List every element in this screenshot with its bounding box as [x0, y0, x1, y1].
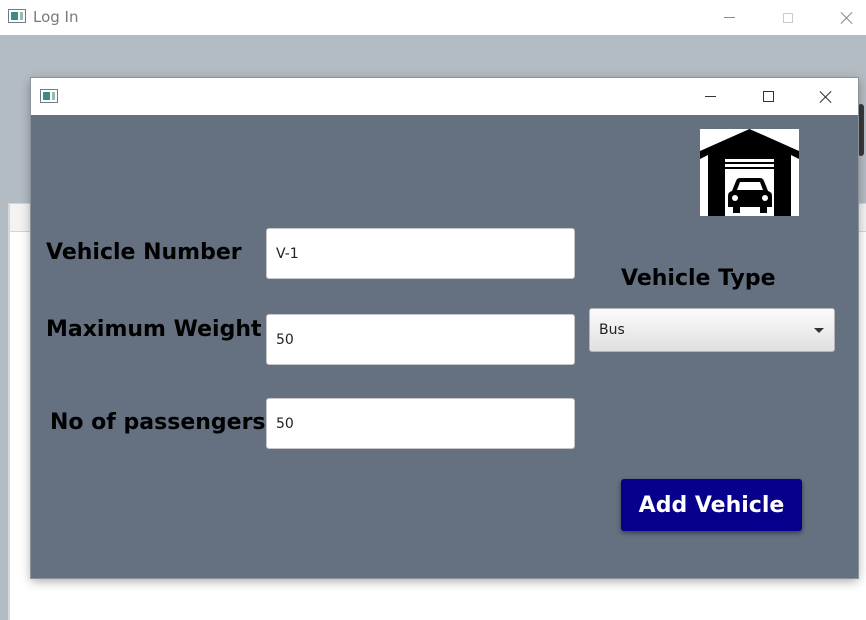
maximize-icon — [762, 91, 774, 102]
garage-car-icon — [700, 129, 799, 216]
minimize-icon — [704, 96, 716, 97]
dialog-titlebar — [31, 78, 858, 115]
vehicle-number-input[interactable] — [266, 228, 575, 279]
close-icon — [819, 90, 833, 104]
maximize-icon — [783, 12, 793, 23]
outer-minimize-button[interactable] — [706, 0, 752, 35]
outer-window-titlebar: Log In — [0, 0, 866, 35]
vehicle-type-label: Vehicle Type — [621, 266, 776, 291]
outer-close-button[interactable] — [824, 0, 866, 35]
dialog-close-button[interactable] — [803, 78, 849, 115]
close-icon — [840, 11, 854, 25]
background-scrollbar-thumb[interactable] — [858, 104, 864, 156]
passengers-label: No of passengers — [50, 410, 266, 435]
outer-maximize-button[interactable] — [765, 0, 811, 35]
vehicle-type-selected-value: Bus — [599, 322, 625, 338]
dialog-minimize-button[interactable] — [687, 78, 733, 115]
maximum-weight-input[interactable] — [266, 314, 575, 365]
passengers-input[interactable] — [266, 398, 575, 449]
vehicle-number-label: Vehicle Number — [46, 240, 242, 265]
maximum-weight-label: Maximum Weight — [46, 317, 262, 342]
app-window-icon — [8, 9, 26, 23]
add-vehicle-dialog: Vehicle Number Maximum Weight No of pass… — [31, 78, 858, 578]
dialog-maximize-button[interactable] — [745, 78, 791, 115]
app-window-icon — [40, 89, 58, 103]
outer-window-title: Log In — [33, 8, 79, 26]
add-vehicle-button[interactable]: Add Vehicle — [621, 479, 802, 531]
vehicle-type-select[interactable]: Bus — [589, 308, 835, 352]
minimize-icon — [723, 17, 735, 18]
chevron-down-icon — [814, 328, 824, 333]
